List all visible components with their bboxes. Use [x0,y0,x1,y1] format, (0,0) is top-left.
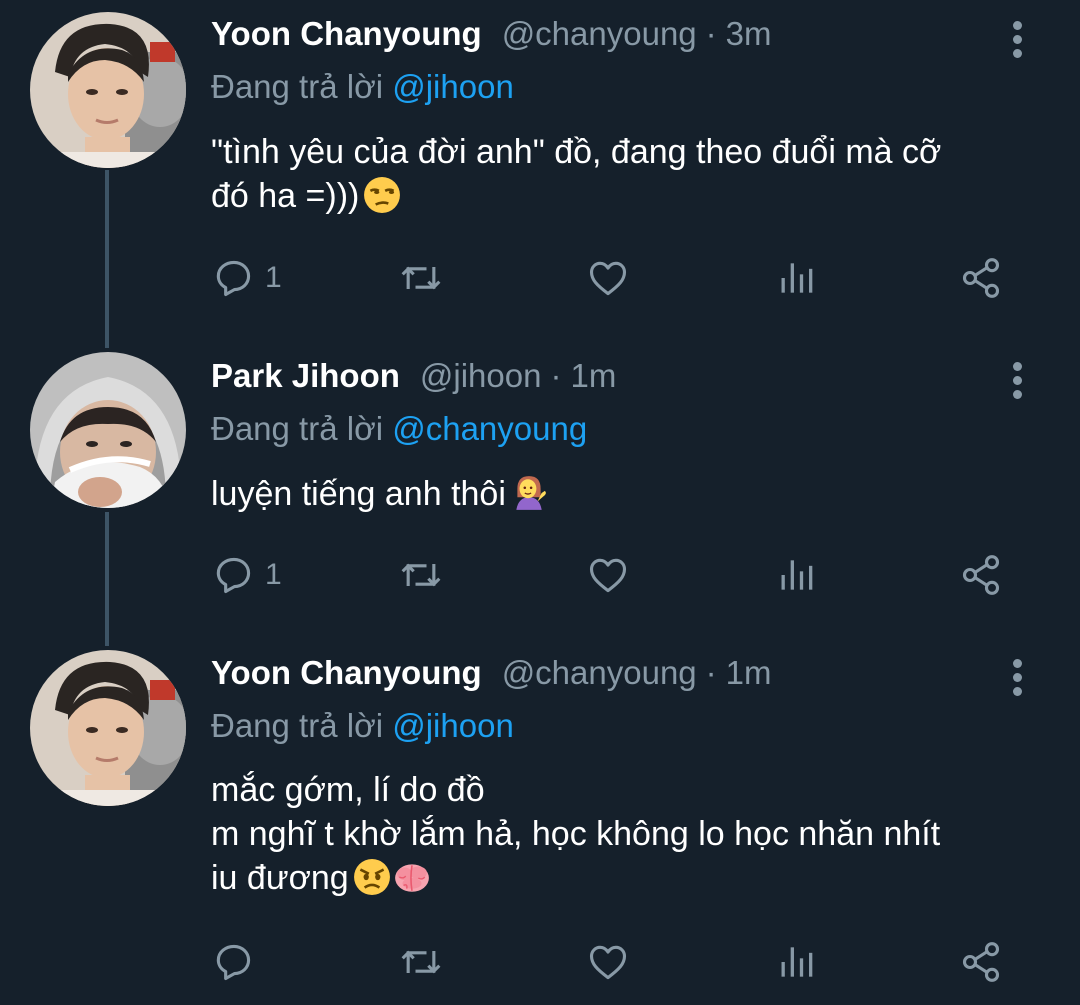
retweet-button[interactable] [399,937,443,987]
text-line: m nghĩ t khờ lắm hả, học không lo học nh… [211,815,941,853]
analytics-button[interactable] [774,550,818,600]
conversation-thread: Yoon Chanyoung @chanyoung · 3m Đang trả … [0,0,1080,1005]
tweet-actions: 1 [211,550,1011,600]
analytics-button[interactable] [774,937,818,987]
more-options-icon[interactable] [1002,16,1032,62]
thread-connector [105,512,109,646]
timestamp[interactable]: 3m [726,15,772,53]
separator-dot: · [705,15,717,52]
display-name[interactable]: Park Jihoon [211,357,400,395]
replying-to-label: Đang trả lời [211,707,384,744]
text-line: luyện tiếng anh thôi [211,472,1031,516]
tweet-header: Yoon Chanyoung @chanyoung · 1m [211,654,772,700]
retweet-button[interactable] [399,253,443,303]
retweet-icon [401,266,441,290]
replying-to: Đang trả lời @jihoon [211,68,514,106]
like-icon [589,558,627,593]
display-name[interactable]: Yoon Chanyoung [211,654,482,692]
more-options-icon[interactable] [1002,357,1032,403]
timestamp[interactable]: 1m [570,357,616,395]
text-line-content: luyện tiếng anh thôi [211,475,506,513]
retweet-icon [401,950,441,974]
replying-to-label: Đang trả lời [211,410,384,447]
avatar[interactable] [30,352,186,508]
display-name[interactable]: Yoon Chanyoung [211,15,482,53]
separator-dot: · [550,357,562,394]
replying-to-label: Đang trả lời [211,68,384,105]
reply-icon [216,557,251,594]
angry-face-emoji [353,858,391,896]
tweet-text: "tình yêu của đời anh" đồ, đang theo đuổ… [211,130,1031,218]
like-button[interactable] [586,253,630,303]
user-handle[interactable]: @chanyoung [502,15,697,53]
tweet-actions [211,937,1011,987]
information-desk-person-emoji [510,474,548,512]
replying-to: Đang trả lời @chanyoung [211,410,587,448]
text-line-content: đó ha =))) [211,177,360,215]
text-line: đó ha =))) [211,174,1031,218]
tweet-actions: 1 [211,253,1011,303]
like-icon [589,261,627,296]
mention-link[interactable]: @chanyoung [392,410,587,447]
retweet-icon [401,563,441,587]
mention-link[interactable]: @jihoon [392,68,514,105]
reply-count: 1 [265,261,282,294]
like-icon [589,945,627,980]
like-button[interactable] [586,550,630,600]
reply-button[interactable]: 1 [211,253,282,303]
unamused-face-emoji [363,176,401,214]
avatar[interactable] [30,12,186,168]
reply-icon [216,944,251,981]
reply-icon [216,260,251,297]
share-icon [962,258,1000,298]
mention-link[interactable]: @jihoon [392,707,514,744]
tweet-text: mắc gớm, lí do đồ m nghĩ t khờ lắm hả, h… [211,768,1031,900]
analytics-icon [781,947,813,977]
share-button[interactable] [959,937,1003,987]
share-button[interactable] [959,550,1003,600]
text-line: iu đương [211,856,1031,900]
user-handle[interactable]: @chanyoung [502,654,697,692]
analytics-icon [781,263,813,293]
separator-dot: · [705,654,717,691]
text-line: mắc gớm, lí do đồ [211,771,485,809]
brain-emoji [393,858,431,896]
timestamp[interactable]: 1m [726,654,772,692]
text-line: "tình yêu của đời anh" đồ, đang theo đuổ… [211,133,942,171]
share-button[interactable] [959,253,1003,303]
reply-button[interactable]: 1 [211,550,282,600]
thread-connector [105,170,109,348]
analytics-icon [781,560,813,590]
tweet-text: luyện tiếng anh thôi [211,472,1031,516]
user-handle[interactable]: @jihoon [420,357,542,395]
reply-button[interactable] [211,937,265,987]
analytics-button[interactable] [774,253,818,303]
retweet-button[interactable] [399,550,443,600]
reply-count: 1 [265,558,282,591]
tweet-header: Park Jihoon @jihoon · 1m [211,357,616,403]
share-icon [962,555,1000,595]
like-button[interactable] [586,937,630,987]
replying-to: Đang trả lời @jihoon [211,707,514,745]
share-icon [962,942,1000,982]
text-line-content: iu đương [211,859,349,897]
more-options-icon[interactable] [1002,654,1032,700]
tweet-header: Yoon Chanyoung @chanyoung · 3m [211,15,772,61]
avatar[interactable] [30,650,186,806]
